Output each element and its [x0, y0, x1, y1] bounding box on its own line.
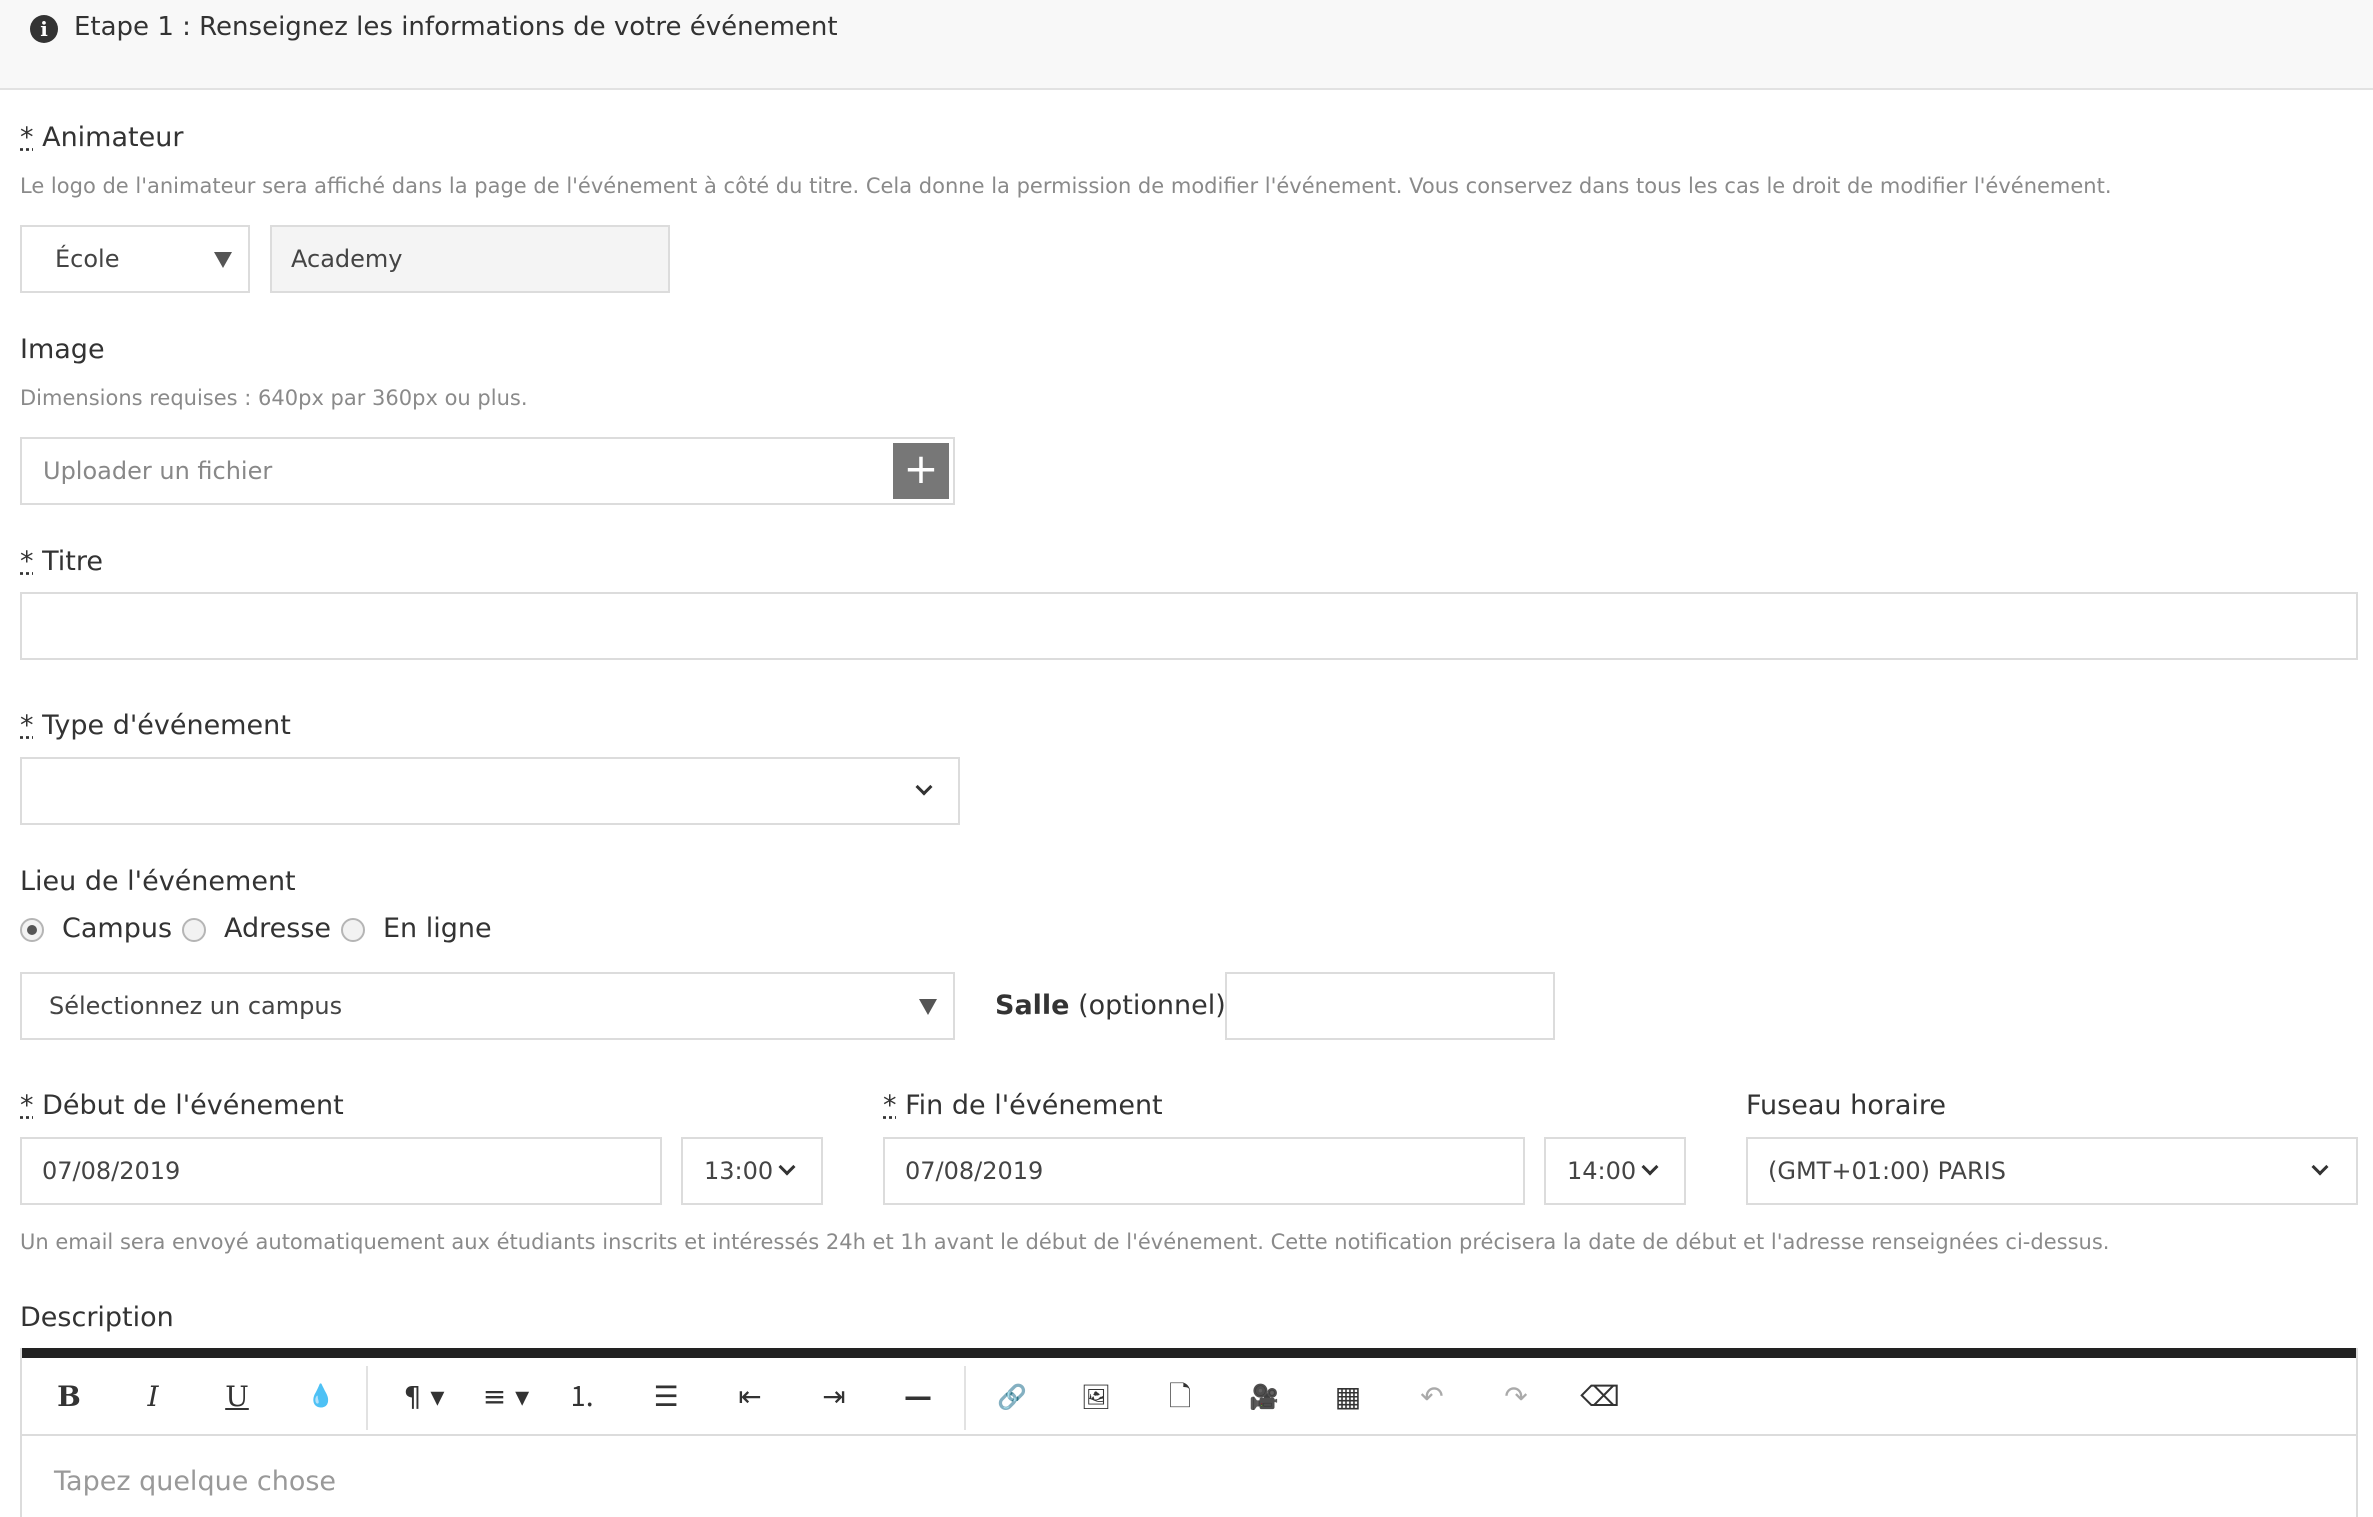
outdent-icon[interactable]: ⇤: [725, 1372, 775, 1422]
table-icon[interactable]: ▦: [1323, 1372, 1373, 1422]
notification-help: Un email sera envoyé automatiquement aux…: [20, 1230, 2110, 1254]
italic-icon[interactable]: I: [128, 1372, 178, 1422]
salle-input[interactable]: [1225, 972, 1555, 1040]
unordered-list-icon[interactable]: ☰: [641, 1372, 691, 1422]
animateur-name-field[interactable]: Academy: [270, 225, 670, 293]
video-icon[interactable]: 🎥: [1239, 1372, 1289, 1422]
required-mark: *: [20, 1090, 34, 1121]
chevron-down-icon: [2311, 1158, 2329, 1176]
radio-campus-label[interactable]: Campus: [62, 913, 172, 944]
indent-icon[interactable]: ⇥: [809, 1372, 859, 1422]
redo-icon[interactable]: ↷: [1491, 1372, 1541, 1422]
editor-toolbar: B I U 💧 ¶ ▾ ≡ ▾ ⒈ ☰ ⇤ ⇥ — 🔗 🖼 🗋 🎥 ▦ ↶ ↷ …: [22, 1358, 2356, 1436]
step-title: Etape 1 : Renseignez les informations de…: [74, 12, 838, 42]
fin-label: * Fin de l'événement: [883, 1090, 1163, 1121]
fuseau-select[interactable]: (GMT+01:00) PARIS: [1746, 1137, 2358, 1205]
info-icon: i: [30, 15, 58, 43]
radio-adresse-label[interactable]: Adresse: [224, 913, 331, 944]
image-upload-field[interactable]: Uploader un fichier: [20, 437, 955, 505]
lieu-label: Lieu de l'événement: [20, 866, 296, 897]
toolbar-separator: [964, 1366, 966, 1430]
debut-label: * Début de l'événement: [20, 1090, 344, 1121]
editor-top-border: [22, 1348, 2356, 1358]
animateur-help: Le logo de l'animateur sera affiché dans…: [20, 174, 2112, 198]
clear-format-icon[interactable]: ⌫: [1575, 1372, 1625, 1422]
chevron-down-icon: [778, 1158, 796, 1176]
description-label: Description: [20, 1302, 174, 1333]
animateur-type-select[interactable]: École: [20, 225, 250, 293]
horizontal-rule-icon[interactable]: —: [893, 1372, 943, 1422]
required-mark: *: [20, 546, 34, 577]
paragraph-format-icon[interactable]: ¶ ▾: [390, 1372, 458, 1422]
ordered-list-icon[interactable]: ⒈: [557, 1372, 607, 1422]
image-label: Image: [20, 334, 105, 365]
debut-time-select[interactable]: 13:00: [681, 1137, 823, 1205]
chevron-down-icon: [915, 778, 933, 796]
text-color-icon[interactable]: 💧: [296, 1372, 346, 1422]
fin-time-select[interactable]: 14:00: [1544, 1137, 1686, 1205]
link-icon[interactable]: 🔗: [987, 1372, 1037, 1422]
radio-campus[interactable]: [20, 918, 44, 942]
titre-label: * Titre: [20, 546, 103, 577]
undo-icon[interactable]: ↶: [1407, 1372, 1457, 1422]
required-mark: *: [20, 710, 34, 741]
file-icon[interactable]: 🗋: [1155, 1372, 1205, 1422]
animateur-label: * Animateur: [20, 122, 184, 153]
upload-add-button[interactable]: +: [893, 443, 949, 499]
underline-icon[interactable]: U: [212, 1372, 262, 1422]
chevron-down-icon: [1641, 1158, 1659, 1176]
radio-en-ligne[interactable]: [341, 918, 365, 942]
fin-date-input[interactable]: 07/08/2019: [883, 1137, 1525, 1205]
required-mark: *: [20, 122, 34, 153]
toolbar-separator: [366, 1366, 368, 1430]
type-evenement-label: * Type d'événement: [20, 710, 291, 741]
description-editor: B I U 💧 ¶ ▾ ≡ ▾ ⒈ ☰ ⇤ ⇥ — 🔗 🖼 🗋 🎥 ▦ ↶ ↷ …: [20, 1348, 2358, 1517]
step-header: i Etape 1 : Renseignez les informations …: [0, 0, 2373, 90]
dropdown-triangle-icon: [214, 252, 232, 268]
radio-adresse[interactable]: [182, 918, 206, 942]
image-icon[interactable]: 🖼: [1071, 1372, 1121, 1422]
campus-select[interactable]: Sélectionnez un campus: [20, 972, 955, 1040]
titre-input[interactable]: [20, 592, 2358, 660]
description-editor-body[interactable]: Tapez quelque chose: [54, 1466, 336, 1497]
radio-en-ligne-label[interactable]: En ligne: [383, 913, 492, 944]
type-evenement-select[interactable]: [20, 757, 960, 825]
align-icon[interactable]: ≡ ▾: [472, 1372, 540, 1422]
fuseau-label: Fuseau horaire: [1746, 1090, 1946, 1121]
image-help: Dimensions requises : 640px par 360px ou…: [20, 386, 528, 410]
salle-label: Salle (optionnel) :: [995, 990, 1244, 1021]
required-mark: *: [883, 1090, 897, 1121]
debut-date-input[interactable]: 07/08/2019: [20, 1137, 662, 1205]
dropdown-triangle-icon: [919, 999, 937, 1015]
bold-icon[interactable]: B: [44, 1372, 94, 1422]
